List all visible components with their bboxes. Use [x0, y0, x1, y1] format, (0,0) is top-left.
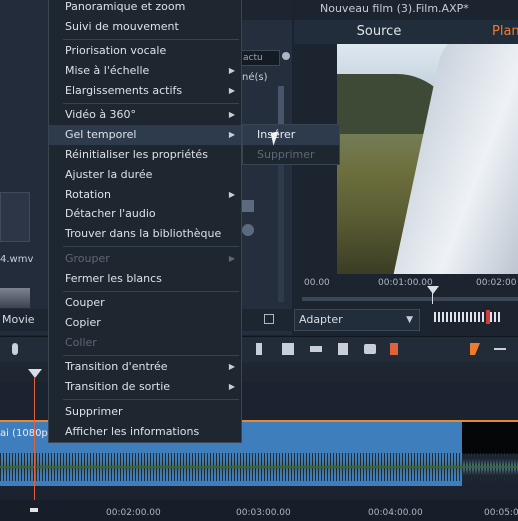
bottom-ruler[interactable]: 00:02:00.00 00:03:00.00 00:04:00.00 00:0…	[0, 500, 518, 521]
window-title: Nouveau film (3).Film.AXP*	[320, 2, 469, 15]
scrub-line	[432, 292, 433, 304]
menu-separator	[63, 399, 239, 400]
volume-meter[interactable]	[434, 312, 502, 322]
scrub-handle[interactable]	[427, 286, 439, 294]
playhead-handle[interactable]	[28, 369, 42, 378]
panel-footer	[240, 309, 292, 331]
preview-tabs: Source Plan	[294, 20, 518, 44]
menu-separator	[63, 39, 239, 40]
fit-timeline-icon[interactable]	[494, 348, 506, 350]
chevron-right-icon: ▶	[228, 254, 235, 263]
preview-panel: Nouveau film (3).Film.AXP* Source Plan 0…	[294, 0, 518, 335]
scrub-bar[interactable]	[302, 297, 518, 301]
menu-item-cut[interactable]: Couper	[49, 293, 241, 313]
menu-item-label: Grouper	[65, 252, 110, 265]
panel-header	[240, 0, 292, 20]
menu-item-label: Vidéo à 360°	[65, 108, 137, 121]
menu-item-label: Transition de sortie	[65, 380, 171, 393]
clear-search-icon[interactable]	[282, 52, 290, 60]
chevron-down-icon: ▼	[406, 315, 413, 325]
menu-separator	[63, 103, 239, 104]
search-input[interactable]: actu	[240, 50, 280, 66]
menu-item-voice-priority[interactable]: Priorisation vocale	[49, 41, 241, 61]
fit-select-value: Adapter	[299, 313, 343, 326]
marker-icon[interactable]	[256, 343, 262, 355]
volume-line[interactable]	[0, 466, 518, 468]
clip-name: 4.wmv	[0, 254, 34, 265]
menu-item-pan-zoom[interactable]: Panoramique et zoom	[49, 0, 241, 17]
menu-item-label: Gel temporel	[65, 128, 137, 141]
menu-item-label: Elargissements actifs	[65, 84, 183, 97]
empty-clip[interactable]	[462, 420, 518, 454]
scrollbar[interactable]	[278, 86, 284, 302]
fit-select[interactable]: Adapter ▼	[294, 309, 420, 331]
circle-icon[interactable]	[242, 224, 254, 236]
menu-separator	[63, 355, 239, 356]
chevron-right-icon: ▶	[228, 362, 235, 371]
menu-item-adjust-duration[interactable]: Ajuster la durée	[49, 165, 241, 185]
playhead-line	[34, 378, 35, 511]
menu-item-360-video[interactable]: Vidéo à 360° ▶	[49, 105, 241, 125]
clip-thumbnail-2[interactable]	[0, 288, 30, 308]
menu-item-reset-properties[interactable]: Réinitialiser les propriétés	[49, 145, 241, 165]
maximize-icon[interactable]	[264, 314, 274, 324]
clip-label: ai (1080p).	[0, 428, 55, 439]
volume-peak	[486, 310, 490, 324]
ruler-label: 00:05:00	[484, 508, 518, 518]
menu-item-label: Mise à l'échelle	[65, 64, 150, 77]
library-detail-panel: actu né(s)	[240, 0, 292, 335]
chevron-right-icon: ▶	[228, 130, 235, 139]
menu-item-transition-in[interactable]: Transition d'entrée ▶	[49, 357, 241, 377]
tab-source[interactable]: Source	[294, 20, 464, 44]
menu-separator	[63, 291, 239, 292]
ruler-label: 00:04:00.00	[368, 508, 423, 518]
menu-item-close-gaps[interactable]: Fermer les blancs	[49, 269, 241, 289]
chevron-right-icon: ▶	[228, 382, 235, 391]
tab-plan[interactable]: Plan	[492, 20, 518, 44]
menu-item-time-freeze[interactable]: Gel temporel ▶	[49, 125, 241, 145]
trash-icon[interactable]	[338, 343, 348, 355]
ruler-label: 00:02:00.00	[106, 508, 161, 518]
menu-item-find-in-library[interactable]: Trouver dans la bibliothèque	[49, 224, 241, 244]
menu-item-detach-audio[interactable]: Détacher l'audio	[49, 204, 241, 224]
context-menu: Panoramique et zoom Suivi de mouvement P…	[48, 0, 242, 443]
chevron-right-icon: ▶	[228, 86, 235, 95]
menu-item-transition-out[interactable]: Transition de sortie ▶	[49, 377, 241, 397]
menu-item-scaling[interactable]: Mise à l'échelle ▶	[49, 61, 241, 81]
ruler-label: 00:03:00.00	[236, 508, 291, 518]
submenu-item-delete: Supprimer	[257, 148, 315, 161]
preview-timecode: 00.00	[304, 278, 330, 288]
title-icon[interactable]	[310, 346, 322, 352]
clip-thumbnail[interactable]	[0, 192, 30, 242]
preview-timecode: 00:02:00	[476, 278, 517, 288]
menu-item-label: Rotation	[65, 188, 112, 201]
menu-item-motion-tracking[interactable]: Suivi de mouvement	[49, 17, 241, 37]
split-icon[interactable]	[282, 343, 294, 355]
menu-item-active-enlargements[interactable]: Elargissements actifs ▶	[49, 81, 241, 101]
time-freeze-submenu: Insérer Supprimer	[242, 124, 340, 165]
scroll-indicator[interactable]	[30, 508, 38, 512]
keyboard-icon[interactable]	[242, 200, 254, 212]
microphone-icon[interactable]	[12, 343, 18, 355]
preview-timecode: 00:01:00.00	[378, 278, 433, 288]
chevron-right-icon: ▶	[228, 110, 235, 119]
chevron-right-icon: ▶	[228, 190, 235, 199]
menu-item-label: Transition d'entrée	[65, 360, 168, 373]
menu-item-rotation[interactable]: Rotation ▶	[49, 185, 241, 205]
menu-item-show-info[interactable]: Afficher les informations	[49, 422, 241, 442]
menu-item-delete[interactable]: Supprimer	[49, 402, 241, 422]
menu-separator	[63, 246, 239, 247]
submenu-item-insert[interactable]: Insérer	[243, 125, 339, 145]
flag-icon[interactable]	[390, 343, 398, 355]
menu-item-group: Grouper ▶	[49, 249, 241, 269]
tab-movie[interactable]: Movie	[0, 309, 48, 331]
menu-item-paste: Coller	[65, 336, 97, 349]
column-header: né(s)	[242, 72, 268, 83]
chevron-right-icon: ▶	[228, 66, 235, 75]
video-preview	[337, 44, 518, 274]
menu-item-copy[interactable]: Copier	[49, 313, 241, 333]
camera-icon[interactable]	[364, 344, 376, 354]
cursor-tool-icon[interactable]	[470, 343, 480, 355]
library-panel: 4.wmv Movie	[0, 0, 48, 335]
